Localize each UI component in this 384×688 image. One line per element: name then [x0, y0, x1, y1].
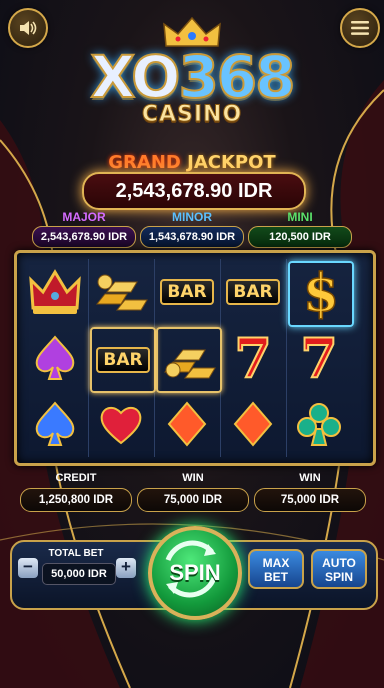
grand-jackpot-word1: GRAND	[108, 152, 181, 173]
reel-4: BAR 7	[221, 259, 287, 457]
logo-subtitle: CASINO	[141, 102, 243, 128]
spade-blue-icon	[35, 401, 75, 446]
symbol-seven: 7	[288, 327, 350, 389]
max-bet-line2: BET	[264, 570, 288, 584]
jackpot-mini-value: 120,500 IDR	[248, 226, 352, 248]
slot-reels: BAR BAR BAR 7 $ 7	[14, 250, 376, 466]
bar-symbol-text: BAR	[96, 347, 150, 373]
max-bet-line1: MAX	[262, 556, 290, 570]
symbol-spade	[24, 393, 86, 455]
club-icon	[297, 403, 341, 446]
symbol-seven: 7	[222, 327, 284, 389]
symbol-gold-bars	[90, 261, 152, 323]
casino-logo: XO368 CASINO	[0, 16, 384, 128]
dollar-symbol-text: $	[302, 263, 340, 324]
gold-bars-icon	[163, 349, 216, 379]
seven-symbol-text: 7	[299, 326, 339, 390]
credit-display: CREDIT 1,250,800 IDR	[20, 472, 132, 512]
bar-symbol-text: BAR	[160, 279, 214, 305]
win-label: WIN	[182, 472, 204, 484]
win-display-2: WIN 75,000 IDR	[254, 472, 366, 512]
increase-bet-button[interactable]: +	[116, 558, 136, 578]
grand-jackpot-title: GRAND JACKPOT	[0, 152, 384, 173]
symbol-dollar: $	[288, 261, 354, 327]
reel-5: $ 7	[287, 259, 354, 457]
reel-1	[23, 259, 89, 457]
jackpot-major-value: 2,543,678.90 IDR	[32, 226, 136, 248]
crown-icon	[163, 16, 221, 47]
symbol-bar: BAR	[222, 261, 284, 323]
jackpot-mini-label: MINI	[287, 210, 313, 224]
credit-label: CREDIT	[55, 472, 97, 484]
symbol-bar: BAR	[156, 261, 218, 323]
total-bet-value: 50,000 IDR	[42, 563, 116, 585]
credit-value: 1,250,800 IDR	[20, 488, 132, 512]
win2-label: WIN	[299, 472, 321, 484]
jackpot-major: MAJOR 2,543,678.90 IDR	[32, 210, 136, 248]
symbol-crown	[24, 261, 86, 323]
symbol-club	[288, 393, 350, 455]
symbol-spade	[24, 327, 86, 389]
auto-spin-button[interactable]: AUTO SPIN	[311, 549, 367, 589]
win-value: 75,000 IDR	[137, 488, 249, 512]
bar-symbol-text: BAR	[226, 279, 280, 305]
reel-2: BAR	[89, 259, 156, 457]
crown-symbol-icon	[29, 269, 81, 314]
jackpot-major-label: MAJOR	[62, 210, 106, 224]
auto-spin-line1: AUTO	[322, 556, 356, 570]
logo-number: 368	[177, 43, 296, 111]
max-bet-button[interactable]: MAX BET	[248, 549, 304, 589]
logo-prefix: XO	[89, 43, 181, 111]
symbol-bar: BAR	[90, 327, 156, 393]
jackpot-minor-label: MINOR	[172, 210, 212, 224]
grand-jackpot-value: 2,543,678.90 IDR	[82, 172, 306, 210]
symbol-diamond	[222, 393, 284, 455]
diamond-icon	[233, 401, 273, 447]
logo-title: XO368	[0, 47, 384, 107]
spin-button[interactable]: SPIN	[148, 526, 242, 620]
total-bet-label: TOTAL BET	[48, 548, 104, 559]
gold-bars-icon	[95, 274, 148, 311]
grand-jackpot-word2: JACKPOT	[187, 152, 276, 173]
jackpot-minor-value: 1,543,678.90 IDR	[140, 226, 244, 248]
symbol-heart	[90, 393, 152, 455]
jackpot-mini: MINI 120,500 IDR	[248, 210, 352, 248]
symbol-gold-bars	[156, 327, 222, 393]
heart-icon	[100, 407, 142, 445]
seven-symbol-text: 7	[233, 326, 273, 390]
spin-label: SPIN	[169, 560, 221, 585]
diamond-icon	[167, 401, 207, 447]
symbol-diamond	[156, 393, 218, 455]
spade-purple-icon	[35, 335, 75, 380]
win-display: WIN 75,000 IDR	[137, 472, 249, 512]
auto-spin-line2: SPIN	[324, 570, 353, 584]
win2-value: 75,000 IDR	[254, 488, 366, 512]
reel-3: BAR	[155, 259, 222, 457]
jackpot-minor: MINOR 1,543,678.90 IDR	[140, 210, 244, 248]
decrease-bet-button[interactable]: −	[18, 558, 38, 578]
